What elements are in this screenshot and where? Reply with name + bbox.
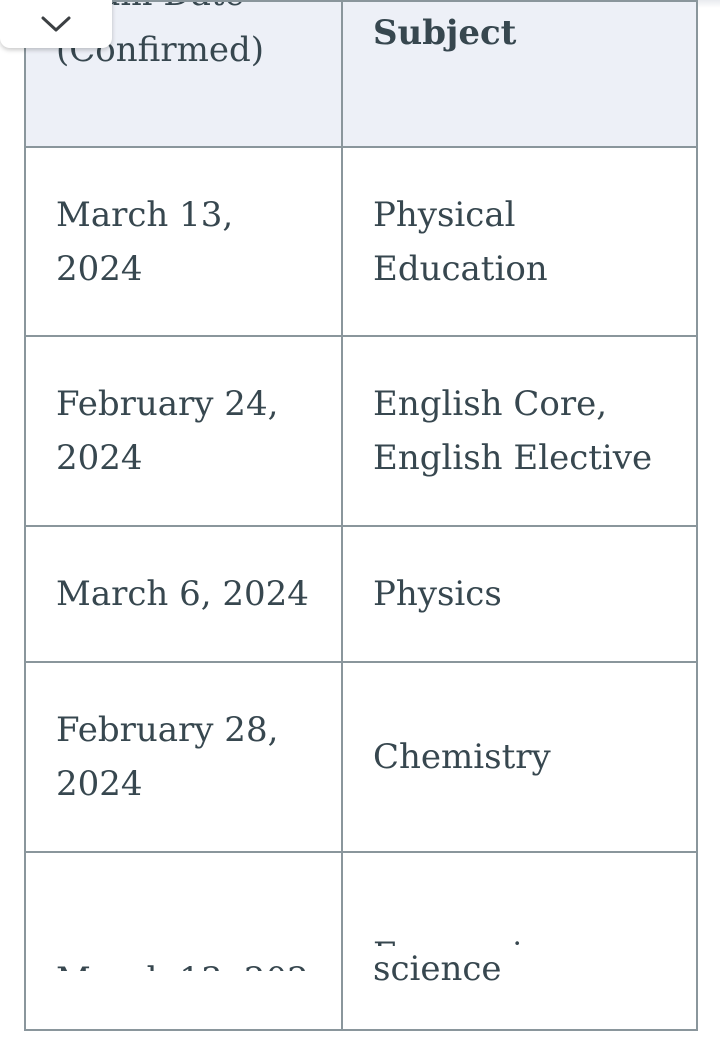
cell-subject: Economics science (341, 851, 698, 1031)
cell-subject: Physics (341, 525, 698, 663)
table-row: March 6, 2024 Physics (24, 525, 698, 663)
cell-date-text: March 13, 2024 (56, 953, 311, 971)
collapse-button[interactable] (0, 0, 112, 48)
table-row: March 13, 2024 Physical Education (24, 146, 698, 337)
cell-date: March 13, 2024 (24, 146, 343, 337)
header-subject-label: Subject (373, 13, 517, 53)
cell-subject-line2: science (373, 949, 502, 989)
cell-date: February 28, 2024 (24, 661, 343, 853)
exam-schedule-table-container: Exam Date (Confirmed) Subject March 13, … (24, 0, 698, 1031)
cell-subject: Chemistry (341, 661, 698, 853)
chevron-down-icon (41, 16, 71, 32)
table-header-row: Exam Date (Confirmed) Subject (24, 0, 698, 148)
table-row: February 28, 2024 Chemistry (24, 661, 698, 853)
cell-date: March 6, 2024 (24, 525, 343, 663)
cell-subject: English Core, English Elective (341, 335, 698, 527)
exam-schedule-table: Exam Date (Confirmed) Subject March 13, … (24, 0, 698, 1031)
cell-subject-line1: Economics (373, 928, 559, 946)
table-row: February 24, 2024 English Core, English … (24, 335, 698, 527)
header-subject: Subject (341, 0, 698, 148)
cell-date: March 13, 2024 (24, 851, 343, 1031)
cell-subject: Physical Education (341, 146, 698, 337)
cell-date: February 24, 2024 (24, 335, 343, 527)
table-row: March 13, 2024 Economics science (24, 851, 698, 1031)
